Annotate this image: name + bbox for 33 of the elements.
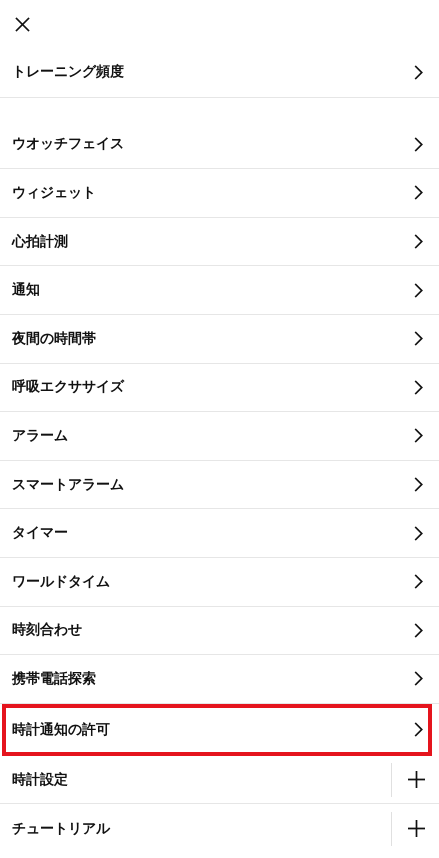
menu-item[interactable]: 時計通知の許可 [2, 704, 432, 756]
menu-item[interactable]: 呼吸エクササイズ [0, 364, 439, 412]
plus-icon[interactable] [408, 820, 425, 838]
menu-item[interactable]: 心拍計測 [0, 218, 439, 266]
menu-item[interactable]: 時計設定 [0, 756, 439, 804]
chevron-right-icon [413, 64, 423, 80]
menu-item[interactable]: アラーム [0, 412, 439, 461]
menu-item[interactable]: ウオッチフェイス [0, 120, 439, 170]
chevron-right-icon [413, 234, 423, 250]
chevron-right-icon [413, 622, 423, 638]
menu-item[interactable]: 通知 [0, 266, 439, 315]
chevron-right-icon [413, 380, 423, 395]
chevron-right-icon [413, 574, 423, 590]
chevron-right-icon [413, 428, 423, 444]
plus-icon[interactable] [408, 771, 425, 788]
menu-item[interactable]: スマートアラーム [0, 460, 439, 510]
chevron-right-icon [413, 671, 423, 686]
chevron-right-icon [413, 282, 423, 298]
menu-item[interactable]: 時刻合わせ [0, 606, 439, 656]
menu-item[interactable]: タイマー [0, 509, 439, 558]
menu-item[interactable]: ワールドタイム [0, 558, 439, 607]
menu-item[interactable]: ウィジェット [0, 169, 439, 218]
chevron-right-icon [413, 526, 423, 541]
chevron-right-icon [413, 477, 423, 492]
chevron-right-icon [413, 185, 423, 200]
menu-item[interactable]: トレーニング頻度 [0, 48, 439, 97]
chevron-right-icon [413, 722, 423, 738]
menu-item[interactable]: 夜間の時間帯 [0, 314, 439, 364]
menu-item[interactable]: チュートリアル [0, 804, 439, 853]
chevron-right-icon [413, 331, 423, 346]
menu-item[interactable]: 携帯電話探索 [0, 655, 439, 704]
chevron-right-icon [413, 136, 423, 152]
close-icon[interactable] [15, 16, 30, 32]
